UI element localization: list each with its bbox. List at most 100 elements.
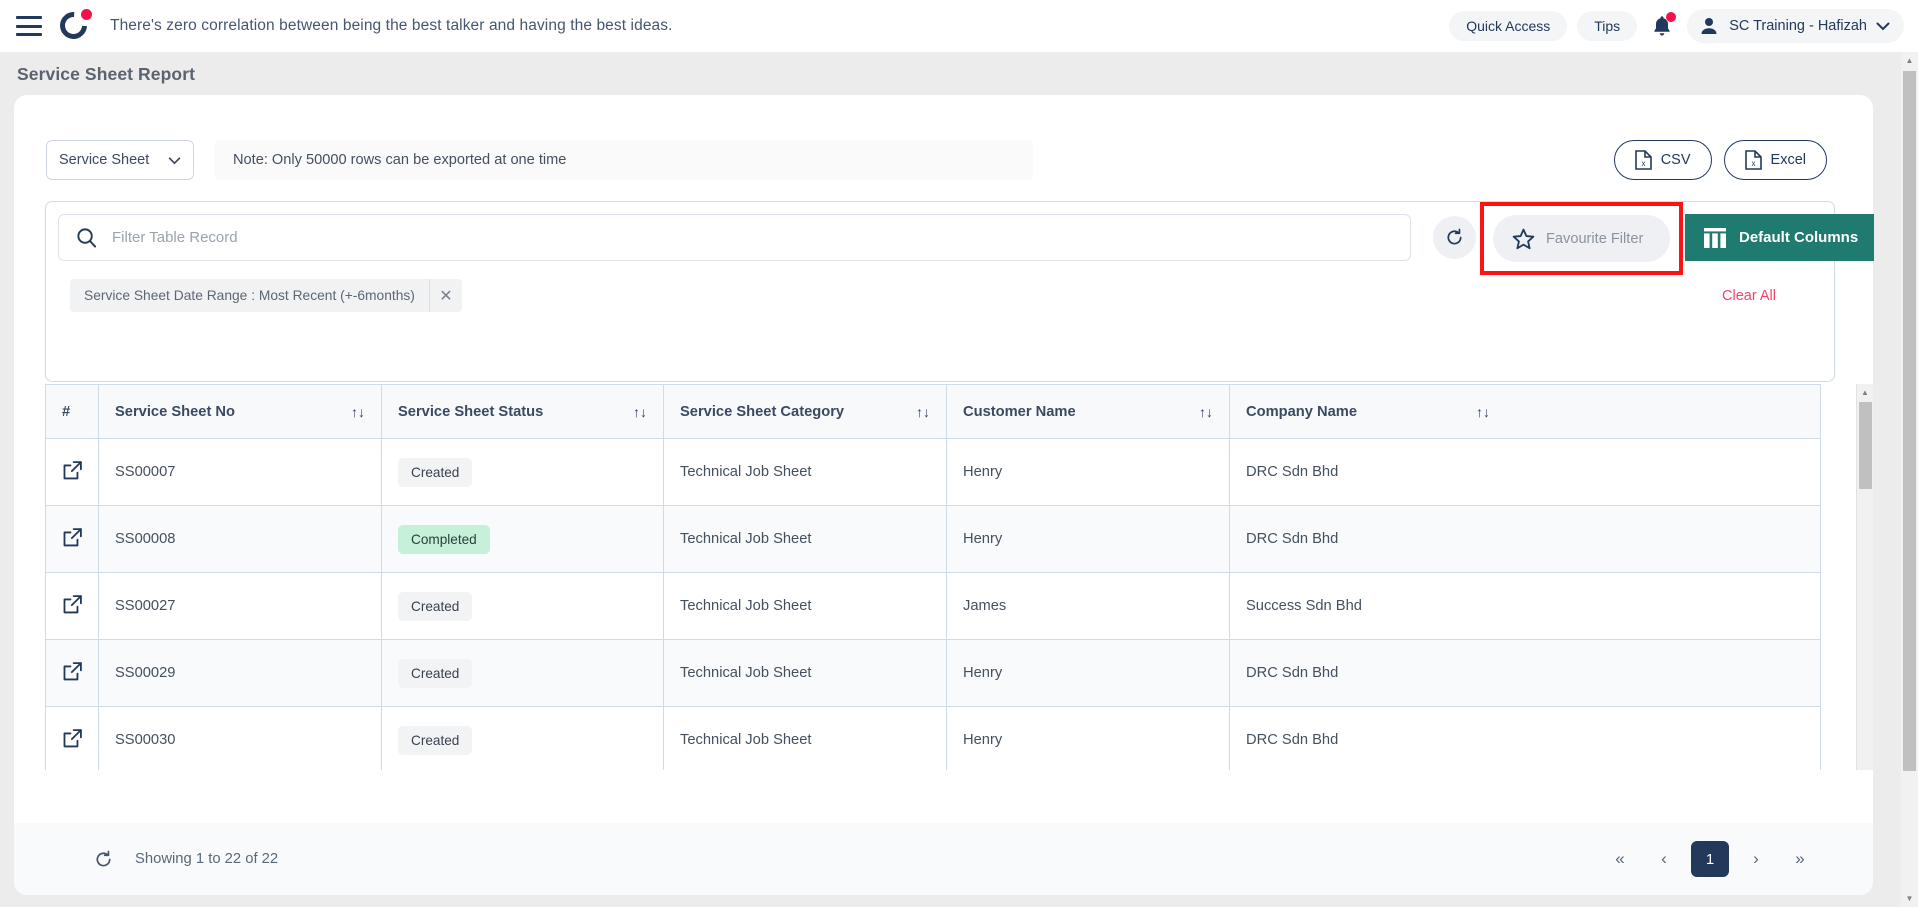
cell-service-sheet-no: SS00008 [98, 505, 382, 573]
brand-logo-icon[interactable] [54, 6, 93, 45]
search-icon [77, 228, 97, 248]
footer-left-group: Showing 1 to 22 of 22 [14, 850, 278, 869]
sort-toggle-icon[interactable]: ↑↓ [633, 404, 647, 420]
row-open-cell [45, 572, 99, 640]
page-scroll-down-arrow-icon[interactable]: ▼ [1901, 890, 1918, 907]
sort-toggle-icon[interactable]: ↑↓ [1476, 404, 1490, 420]
cell-service-sheet-no: SS00027 [98, 572, 382, 640]
open-record-icon[interactable] [62, 460, 83, 481]
svg-text:x: x [1641, 159, 1645, 168]
cell-company-name: Success Sdn Bhd [1229, 572, 1821, 640]
column-header-index[interactable]: # [45, 384, 99, 439]
cell-service-sheet-status: Completed [381, 505, 664, 573]
cell-customer-name: Henry [946, 438, 1230, 506]
cell-service-sheet-status: Created [381, 572, 664, 640]
export-buttons-group: x CSV x Excel [1613, 140, 1827, 180]
sort-toggle-icon[interactable]: ↑↓ [351, 404, 365, 420]
cell-company-name: DRC Sdn Bhd [1229, 639, 1821, 707]
last-page-button[interactable]: » [1783, 842, 1817, 876]
column-header-service-sheet-status[interactable]: Service Sheet Status ↑↓ [381, 384, 664, 439]
footer-refresh-button[interactable] [94, 850, 113, 869]
notification-bell-icon[interactable] [1647, 11, 1677, 41]
sort-toggle-icon[interactable]: ↑↓ [916, 404, 930, 420]
refresh-icon [1447, 228, 1462, 245]
refresh-table-button[interactable] [1433, 216, 1476, 259]
open-record-icon[interactable] [62, 661, 83, 682]
row-open-cell [45, 438, 99, 506]
scroll-up-arrow-icon[interactable]: ▲ [1857, 384, 1873, 400]
refresh-icon [96, 850, 111, 866]
favourite-filter-button[interactable]: Favourite Filter [1493, 215, 1670, 262]
column-label: Customer Name [963, 403, 1076, 420]
page-scroll-up-arrow-icon[interactable]: ▲ [1901, 52, 1918, 69]
service-sheet-table: # Service Sheet No ↑↓ Service Sheet Stat… [45, 384, 1821, 770]
page-scroll-thumb[interactable] [1903, 71, 1916, 771]
column-label: Service Sheet No [115, 403, 236, 420]
column-header-service-sheet-no[interactable]: Service Sheet No ↑↓ [98, 384, 382, 439]
cell-service-sheet-no: SS00007 [98, 438, 382, 506]
open-record-icon[interactable] [62, 594, 83, 615]
status-badge: Created [398, 725, 473, 755]
cell-service-sheet-category: Technical Job Sheet [663, 639, 947, 707]
hamburger-menu-icon[interactable] [16, 16, 42, 36]
cell-company-name: DRC Sdn Bhd [1229, 438, 1821, 506]
file-export-icon: x [1744, 150, 1762, 170]
pagination-controls: « ‹ 1 › » [1603, 841, 1873, 877]
table-row[interactable]: SS00027 Created Technical Job Sheet James Su… [45, 572, 1821, 640]
cell-customer-name: Henry [946, 639, 1230, 707]
sort-toggle-icon[interactable]: ↑↓ [1199, 404, 1213, 420]
table-row[interactable]: SS00030 Created Technical Job Sheet Henry DR… [45, 706, 1821, 770]
table-footer: Showing 1 to 22 of 22 « ‹ 1 › » [14, 823, 1873, 895]
quick-access-button[interactable]: Quick Access [1449, 11, 1568, 41]
favourite-filter-highlight: Favourite Filter [1480, 202, 1683, 275]
active-filter-chips: Service Sheet Date Range : Most Recent (… [70, 279, 1820, 312]
filter-chip-remove-icon[interactable]: ✕ [428, 279, 462, 312]
page-vertical-scrollbar[interactable]: ▲ ▼ [1901, 52, 1918, 907]
previous-page-button[interactable]: ‹ [1647, 842, 1681, 876]
export-csv-button[interactable]: x CSV [1613, 140, 1712, 180]
cell-company-name: DRC Sdn Bhd [1229, 706, 1821, 770]
cell-service-sheet-no: SS00029 [98, 639, 382, 707]
column-label: Service Sheet Status [398, 403, 544, 420]
next-page-button[interactable]: › [1739, 842, 1773, 876]
open-record-icon[interactable] [62, 728, 83, 749]
cell-service-sheet-category: Technical Job Sheet [663, 706, 947, 770]
column-label: Company Name [1246, 403, 1358, 420]
column-header-company-name[interactable]: Company Name ↑↓ [1229, 384, 1821, 439]
page-number-button[interactable]: 1 [1691, 841, 1729, 877]
status-badge: Created [398, 457, 473, 487]
search-box[interactable] [58, 214, 1411, 261]
notification-badge [1666, 12, 1677, 22]
svg-text:x: x [1751, 159, 1755, 168]
cell-customer-name: James [946, 572, 1230, 640]
first-page-button[interactable]: « [1603, 842, 1637, 876]
cell-service-sheet-category: Technical Job Sheet [663, 438, 947, 506]
table-row[interactable]: SS00008 Completed Technical Job Sheet Henry… [45, 505, 1821, 573]
table-vertical-scrollbar[interactable]: ▲ [1856, 384, 1873, 770]
export-excel-label: Excel [1770, 152, 1806, 168]
user-account-menu[interactable]: SC Training - Hafizah [1687, 9, 1904, 43]
export-excel-button[interactable]: x Excel [1723, 140, 1827, 180]
cell-service-sheet-status: Created [381, 706, 664, 770]
search-input[interactable] [112, 229, 1410, 246]
column-header-customer-name[interactable]: Customer Name ↑↓ [946, 384, 1230, 439]
sheet-type-select[interactable]: Service Sheet [46, 140, 194, 180]
table-row[interactable]: SS00029 Created Technical Job Sheet Henry DR… [45, 639, 1821, 707]
filter-chip[interactable]: Service Sheet Date Range : Most Recent (… [70, 279, 462, 312]
table-row[interactable]: SS00007 Created Technical Job Sheet Henry DR… [45, 438, 1821, 506]
table-scroll-thumb[interactable] [1859, 402, 1872, 489]
star-icon [1512, 228, 1535, 249]
default-columns-button[interactable]: Default Columns [1685, 214, 1874, 261]
sheet-type-value: Service Sheet [59, 152, 150, 168]
tips-button[interactable]: Tips [1577, 11, 1638, 41]
clear-all-filters-button[interactable]: Clear All [1722, 288, 1820, 304]
row-open-cell [45, 505, 99, 573]
row-open-cell [45, 706, 99, 770]
cell-service-sheet-no: SS00030 [98, 706, 382, 770]
table-body: SS00007 Created Technical Job Sheet Henry DR… [45, 438, 1821, 770]
export-bar: Service Sheet Note: Only 50000 rows can … [46, 140, 1033, 180]
filter-chip-label: Service Sheet Date Range : Most Recent (… [84, 288, 415, 303]
nav-right-group: Quick Access Tips SC Training - Hafizah [1449, 9, 1918, 43]
open-record-icon[interactable] [62, 527, 83, 548]
column-header-service-sheet-category[interactable]: Service Sheet Category ↑↓ [663, 384, 947, 439]
